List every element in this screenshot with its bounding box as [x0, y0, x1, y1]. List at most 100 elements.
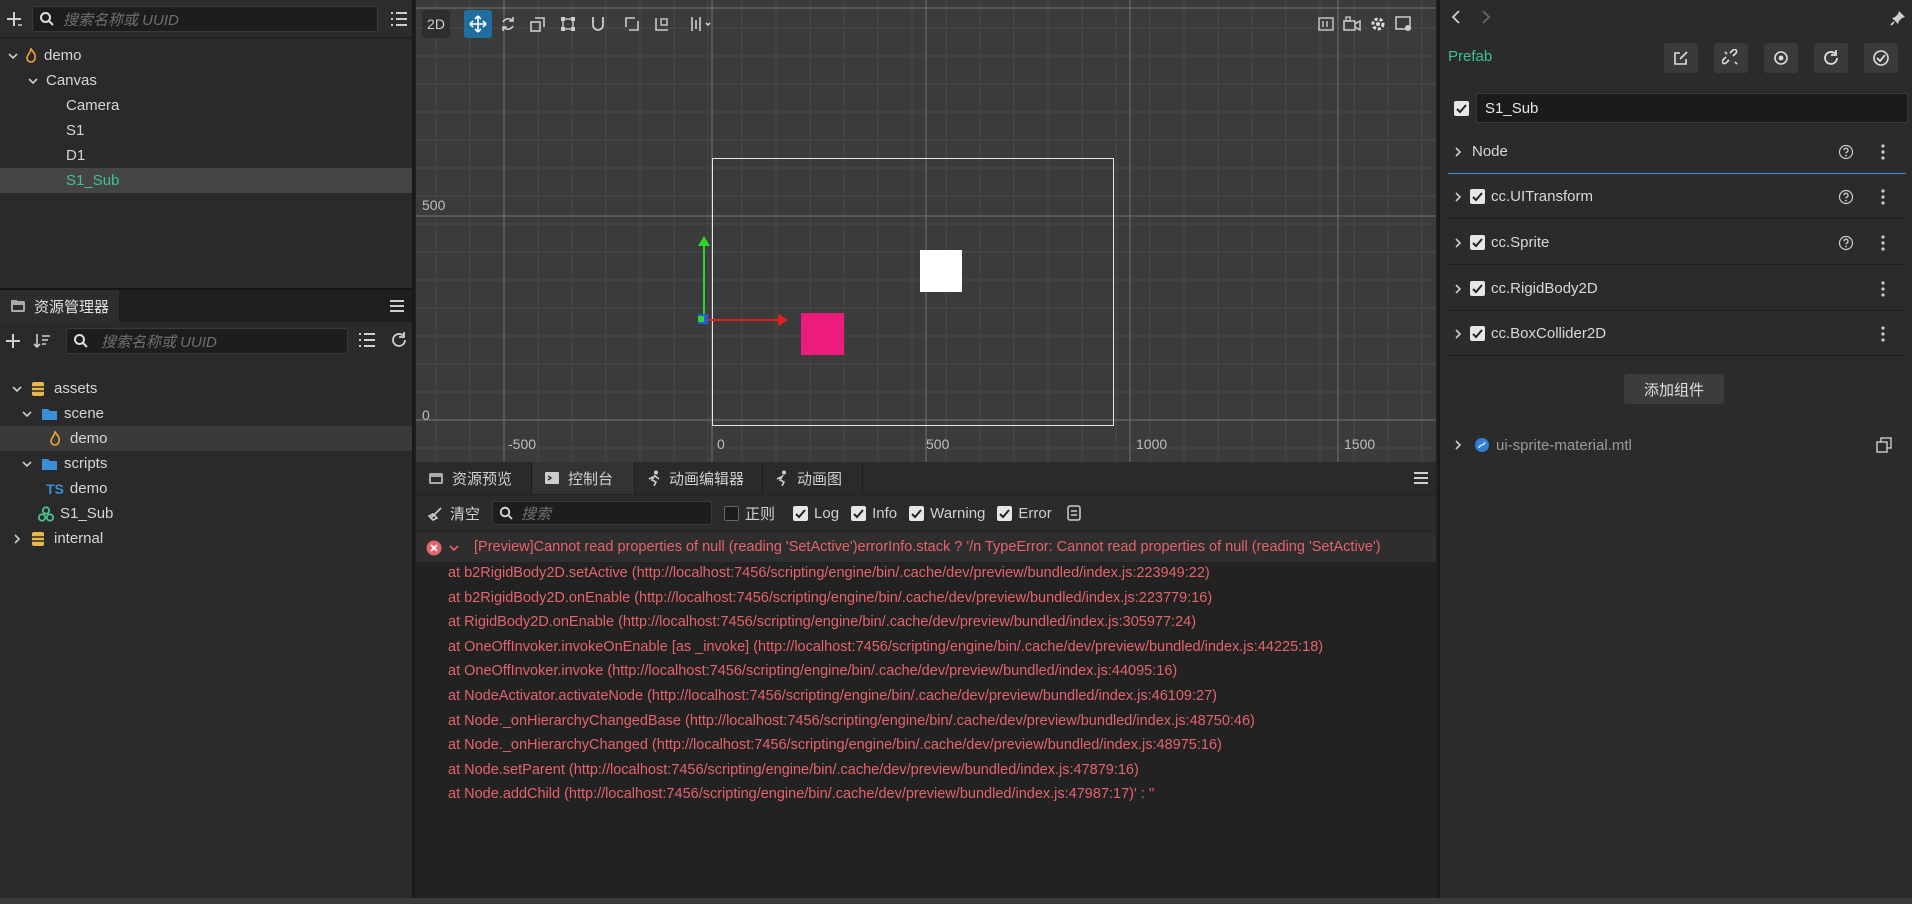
- more-vertical-icon[interactable]: [1880, 234, 1886, 252]
- asset-item-demo-script[interactable]: TS demo: [0, 476, 412, 501]
- y-axis-label: 0: [422, 407, 430, 423]
- scene-view[interactable]: 500 0 -500 0 500 1000 1500 2D: [416, 0, 1436, 462]
- chevron-right-icon[interactable]: [1452, 237, 1464, 249]
- asset-item-label: S1_Sub: [60, 505, 114, 522]
- chevron-down-icon[interactable]: [20, 458, 34, 470]
- tree-item-s1-sub[interactable]: S1_Sub: [0, 168, 412, 193]
- log-checkbox[interactable]: [793, 505, 809, 521]
- tab-animation-editor[interactable]: 动画编辑器: [635, 462, 763, 494]
- chevron-right-icon[interactable]: [10, 533, 24, 545]
- chevron-right-icon[interactable]: [1452, 146, 1464, 158]
- tab-console[interactable]: 控制台: [532, 462, 635, 494]
- tree-item-s1[interactable]: S1: [0, 118, 412, 143]
- chevron-right-icon[interactable]: [1452, 191, 1464, 203]
- pivot-button[interactable]: [618, 10, 646, 38]
- more-vertical-icon[interactable]: [1880, 188, 1886, 206]
- rotate-tool-button[interactable]: [494, 10, 522, 38]
- asset-item-s1-sub-prefab[interactable]: S1_Sub: [0, 501, 412, 526]
- component-uitransform[interactable]: cc.UITransform: [1448, 175, 1906, 219]
- component-sprite[interactable]: cc.Sprite: [1448, 221, 1906, 265]
- console-search-input[interactable]: 搜索: [492, 501, 713, 525]
- clear-button[interactable]: 清空: [450, 503, 480, 524]
- hierarchy-search-input[interactable]: 搜索名称或 UUID: [32, 6, 378, 32]
- help-icon[interactable]: [1838, 144, 1854, 160]
- x-axis-label: 1000: [1136, 436, 1168, 452]
- material-row[interactable]: ui-sprite-material.mtl: [1448, 428, 1906, 462]
- tree-item-d1[interactable]: D1: [0, 143, 412, 168]
- tree-item-canvas[interactable]: Canvas: [0, 68, 412, 93]
- node-section-header[interactable]: Node: [1448, 130, 1906, 174]
- gizmo-settings-button[interactable]: [1392, 10, 1416, 38]
- more-vertical-icon[interactable]: [1880, 143, 1886, 161]
- asset-item-assets[interactable]: assets: [0, 376, 412, 401]
- help-icon[interactable]: [1838, 235, 1854, 251]
- regex-checkbox[interactable]: [724, 505, 740, 521]
- pin-icon[interactable]: [1890, 10, 1906, 26]
- tab-asset-preview[interactable]: 资源预览: [416, 462, 532, 494]
- refresh-icon[interactable]: [390, 331, 408, 349]
- prefab-revert-button[interactable]: [1814, 43, 1848, 73]
- tab-animation-graph[interactable]: 动画图: [763, 462, 863, 494]
- chevron-down-icon[interactable]: [26, 75, 40, 87]
- warning-checkbox[interactable]: [909, 505, 925, 521]
- sprite-d1[interactable]: [920, 250, 962, 292]
- 2d-mode-button[interactable]: 2D: [422, 10, 450, 38]
- asset-item-scripts-folder[interactable]: scripts: [0, 451, 412, 476]
- menu-icon[interactable]: [1412, 470, 1430, 486]
- copy-icon[interactable]: [1876, 437, 1892, 453]
- chevron-down-icon[interactable]: [6, 50, 20, 62]
- layout-button[interactable]: [1314, 10, 1338, 38]
- prefab-apply-button[interactable]: [1864, 43, 1898, 73]
- chevron-down-icon[interactable]: [448, 542, 460, 554]
- coordinate-button[interactable]: [648, 10, 676, 38]
- sort-icon[interactable]: [32, 331, 52, 351]
- component-boxcollider2d[interactable]: cc.BoxCollider2D: [1448, 312, 1906, 356]
- prefab-locate-button[interactable]: [1764, 43, 1798, 73]
- scene-settings-button[interactable]: [1366, 10, 1390, 38]
- sprite-s1[interactable]: [801, 313, 844, 355]
- chevron-down-icon[interactable]: [20, 408, 34, 420]
- asset-item-demo-scene[interactable]: demo: [0, 426, 412, 451]
- error-entry[interactable]: [Preview]Cannot read properties of null …: [416, 532, 1436, 562]
- tab-assets[interactable]: 资源管理器: [0, 290, 120, 322]
- tree-item-demo-scene[interactable]: demo: [0, 43, 412, 68]
- component-enabled-checkbox[interactable]: [1470, 281, 1485, 296]
- help-icon[interactable]: [1838, 189, 1854, 205]
- add-component-button[interactable]: 添加组件: [1624, 374, 1724, 404]
- align-button[interactable]: [686, 10, 716, 38]
- list-view-icon[interactable]: [358, 332, 376, 348]
- menu-icon[interactable]: [388, 298, 406, 314]
- component-enabled-checkbox[interactable]: [1470, 189, 1485, 204]
- assets-search-input[interactable]: 搜索名称或 UUID: [66, 328, 348, 354]
- back-arrow-icon[interactable]: [1450, 10, 1462, 24]
- asset-item-internal[interactable]: internal: [0, 526, 412, 551]
- more-vertical-icon[interactable]: [1880, 325, 1886, 343]
- error-checkbox[interactable]: [997, 505, 1013, 521]
- list-view-icon[interactable]: [388, 9, 410, 29]
- component-enabled-checkbox[interactable]: [1470, 326, 1485, 341]
- chevron-right-icon[interactable]: [1452, 328, 1464, 340]
- component-enabled-checkbox[interactable]: [1470, 235, 1485, 250]
- node-name-input[interactable]: S1_Sub: [1476, 93, 1908, 123]
- chevron-right-icon[interactable]: [1452, 439, 1464, 451]
- asset-item-scene-folder[interactable]: scene: [0, 401, 412, 426]
- component-rigidbody2d[interactable]: cc.RigidBody2D: [1448, 267, 1906, 311]
- move-gizmo[interactable]: [676, 230, 796, 330]
- more-vertical-icon[interactable]: [1880, 280, 1886, 298]
- forward-arrow-icon[interactable]: [1480, 10, 1492, 24]
- info-checkbox[interactable]: [851, 505, 867, 521]
- add-asset-icon[interactable]: [4, 331, 24, 351]
- chevron-right-icon[interactable]: [1452, 283, 1464, 295]
- add-node-icon[interactable]: [4, 9, 26, 29]
- prefab-edit-button[interactable]: [1664, 43, 1698, 73]
- node-active-checkbox[interactable]: [1454, 101, 1469, 116]
- camera-button[interactable]: [1340, 10, 1364, 38]
- chevron-down-icon[interactable]: [10, 383, 24, 395]
- scale-tool-button[interactable]: [524, 10, 552, 38]
- open-log-file-icon[interactable]: [1066, 505, 1082, 521]
- snap-tool-button[interactable]: [584, 10, 612, 38]
- tree-item-camera[interactable]: Camera: [0, 93, 412, 118]
- move-tool-button[interactable]: [464, 10, 492, 38]
- prefab-unlink-button[interactable]: [1714, 43, 1748, 73]
- rect-tool-button[interactable]: [554, 10, 582, 38]
